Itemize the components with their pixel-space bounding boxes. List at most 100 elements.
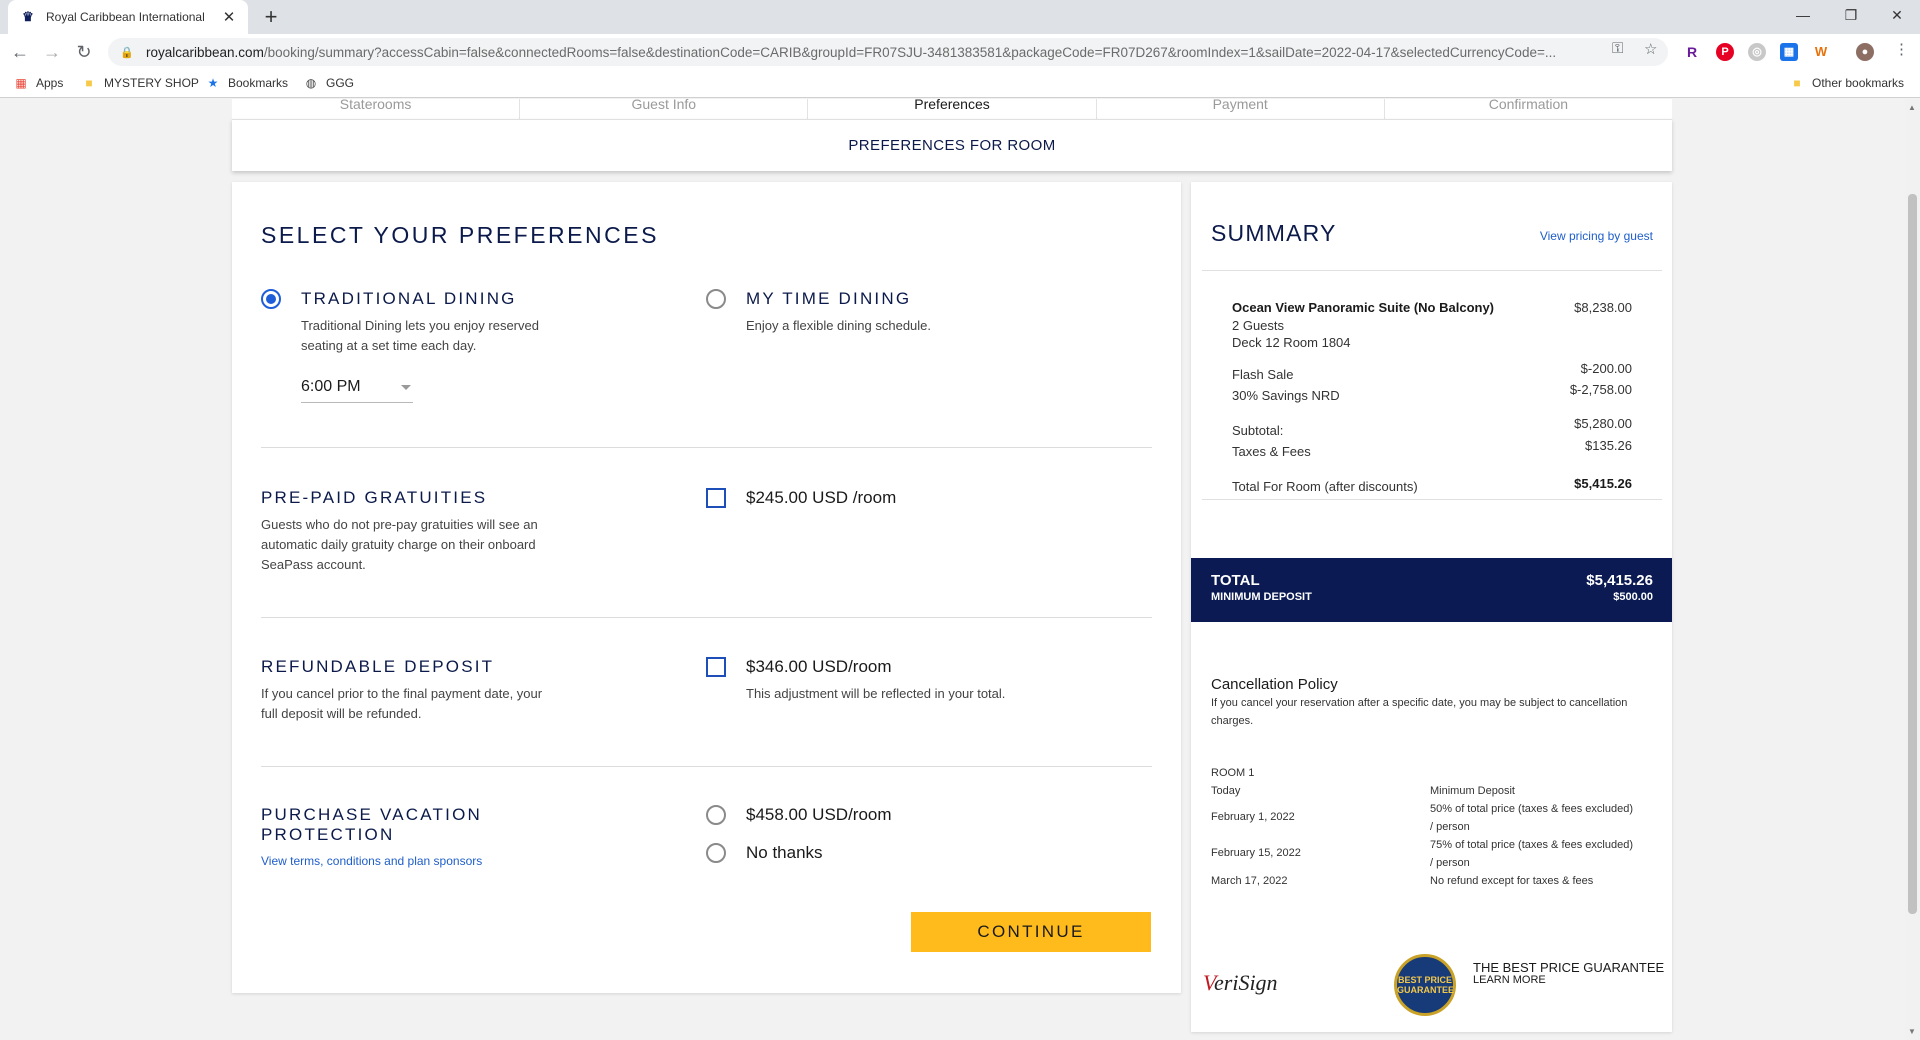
room-name-row: Ocean View Panoramic Suite (No Balcony) …: [1232, 300, 1632, 315]
pinterest-icon[interactable]: P: [1716, 43, 1734, 61]
booking-steps: Staterooms Guest Info Preferences Paymen…: [232, 99, 1672, 119]
browser-tab-strip: ♛ Royal Caribbean International ✕ + — ❐ …: [0, 0, 1920, 34]
deck-row: Deck 12 Room 1804: [1232, 335, 1351, 350]
minimize-icon[interactable]: —: [1780, 0, 1826, 30]
cancellation-policy-text: 75% of total price (taxes & fees exclude…: [1430, 839, 1633, 851]
gratuities-desc-2: automatic daily gratuity charge on their…: [261, 537, 536, 552]
refundable-deposit-checkbox[interactable]: [706, 657, 726, 677]
protection-terms-link[interactable]: View terms, conditions and plan sponsors: [261, 854, 482, 868]
apps-grid-icon: ▦: [15, 76, 27, 90]
folder-icon: ■: [85, 76, 93, 90]
bookmark-bookmarks[interactable]: ★ Bookmarks: [206, 76, 288, 90]
reload-icon[interactable]: ↻: [72, 40, 96, 64]
step-preferences[interactable]: Preferences: [808, 99, 1097, 119]
restore-icon[interactable]: ❐: [1828, 0, 1874, 30]
view-pricing-by-guest-link[interactable]: View pricing by guest: [1540, 229, 1653, 243]
page-scrollbar[interactable]: ▲ ▼: [1905, 99, 1920, 1040]
step-confirmation[interactable]: Confirmation: [1385, 99, 1672, 119]
star-bookmark-icon[interactable]: ☆: [1644, 40, 1657, 58]
traditional-dining-title: TRADITIONAL DINING: [301, 289, 517, 308]
tab-title: Royal Caribbean International: [46, 10, 205, 24]
star-icon: ★: [207, 76, 219, 90]
cancellation-policy-text: / person: [1430, 857, 1470, 869]
traditional-dining-desc-2: seating at a set time each day.: [301, 338, 477, 353]
protection-yes-radio[interactable]: [706, 805, 726, 825]
divider: [261, 447, 1152, 448]
extension-r-icon[interactable]: R: [1683, 43, 1701, 61]
profile-avatar-icon[interactable]: ●: [1856, 43, 1874, 61]
bookmark-mystery-shop[interactable]: ■ MYSTERY SHOP: [82, 76, 199, 90]
gratuities-price: $245.00 USD /room: [746, 488, 897, 507]
traditional-dining-desc-1: Traditional Dining lets you enjoy reserv…: [301, 318, 539, 333]
scrollbar-thumb[interactable]: [1908, 194, 1917, 914]
my-time-dining-radio[interactable]: [706, 289, 726, 309]
cancellation-date: March 17, 2022: [1211, 875, 1288, 887]
close-tab-icon[interactable]: ✕: [220, 8, 238, 26]
continue-button[interactable]: CONTINUE: [911, 912, 1151, 952]
gratuities-title: PRE-PAID GRATUITIES: [261, 488, 488, 507]
address-url[interactable]: royalcaribbean.com/booking/summary?acces…: [146, 45, 1616, 60]
flash-sale-value: $-200.00: [1580, 361, 1632, 376]
my-time-dining-title: MY TIME DINING: [746, 289, 912, 308]
cancellation-policy-text: / person: [1430, 821, 1470, 833]
bookmark-other[interactable]: ■ Other bookmarks: [1790, 76, 1904, 90]
cancellation-policy-text: Minimum Deposit: [1430, 785, 1515, 797]
summary-title: SUMMARY: [1211, 220, 1337, 246]
extension-calendar-icon[interactable]: ▦: [1780, 43, 1798, 61]
flash-sale-row: Flash Sale: [1232, 367, 1294, 382]
step-payment[interactable]: Payment: [1097, 99, 1385, 119]
protection-title-1: PURCHASE VACATION: [261, 805, 482, 824]
divider: [261, 617, 1152, 618]
extension-w-icon[interactable]: W: [1812, 43, 1830, 61]
total-bar: TOTAL MINIMUM DEPOSIT $5,415.26 $500.00: [1191, 558, 1672, 622]
refundable-deposit-title: REFUNDABLE DEPOSIT: [261, 657, 495, 676]
protection-price: $458.00 USD/room: [746, 805, 892, 824]
cancellation-date: February 1, 2022: [1211, 811, 1295, 823]
scroll-down-icon[interactable]: ▼: [1908, 1027, 1916, 1036]
total-value: $5,415.26: [1586, 572, 1653, 589]
room-price: $8,238.00: [1574, 300, 1632, 315]
new-tab-icon[interactable]: +: [258, 4, 284, 30]
gratuities-checkbox[interactable]: [706, 488, 726, 508]
cancellation-date: February 15, 2022: [1211, 847, 1301, 859]
browser-menu-icon[interactable]: ⋮: [1894, 40, 1909, 58]
learn-more-link[interactable]: LEARN MORE: [1473, 974, 1546, 986]
taxes-row: Taxes & Fees: [1232, 444, 1311, 459]
taxes-value: $135.26: [1585, 438, 1632, 453]
dining-time-select[interactable]: 6:00 PM: [301, 375, 413, 403]
cancellation-date: Today: [1211, 785, 1241, 797]
back-arrow-icon[interactable]: ←: [8, 40, 32, 64]
cancellation-policy-desc: If you cancel your reservation after a s…: [1211, 697, 1628, 727]
guests-row: 2 Guests: [1232, 318, 1285, 333]
key-icon[interactable]: ⚿: [1612, 40, 1623, 57]
bookmark-apps[interactable]: ▦ Apps: [14, 76, 63, 90]
forward-arrow-icon[interactable]: →: [40, 40, 64, 64]
bookmark-ggg[interactable]: ◍ GGG: [304, 76, 354, 90]
royal-caribbean-favicon-icon: ♛: [22, 9, 34, 24]
total-label: TOTAL: [1211, 572, 1260, 589]
gratuities-desc-1: Guests who do not pre-pay gratuities wil…: [261, 517, 538, 532]
minimum-deposit-value: $500.00: [1613, 591, 1653, 603]
browser-toolbar: ← → ↻ 🔒 royalcaribbean.com/booking/summa…: [0, 34, 1920, 70]
savings-value: $-2,758.00: [1569, 382, 1632, 397]
step-staterooms[interactable]: Staterooms: [232, 99, 521, 119]
step-guest-info[interactable]: Guest Info: [520, 99, 809, 119]
preferences-room-header: PREFERENCES FOR ROOM: [232, 119, 1672, 171]
folder-icon: ■: [1793, 76, 1801, 90]
cancellation-policy-text: 50% of total price (taxes & fees exclude…: [1430, 803, 1633, 815]
close-window-icon[interactable]: ✕: [1874, 0, 1920, 30]
preferences-heading: SELECT YOUR PREFERENCES: [261, 222, 659, 248]
protection-no-radio[interactable]: [706, 843, 726, 863]
address-bar[interactable]: 🔒 royalcaribbean.com/booking/summary?acc…: [108, 38, 1668, 66]
browser-tab[interactable]: ♛ Royal Caribbean International ✕: [8, 0, 248, 34]
scroll-up-icon[interactable]: ▲: [1908, 103, 1916, 112]
refundable-deposit-desc-2: full deposit will be refunded.: [261, 706, 422, 721]
chevron-down-icon: [401, 385, 411, 390]
summary-breakdown: Ocean View Panoramic Suite (No Balcony) …: [1202, 270, 1662, 500]
refundable-deposit-price: $346.00 USD/room: [746, 657, 892, 676]
extension-grey-icon[interactable]: ◎: [1748, 43, 1766, 61]
verisign-logo: VeriSign: [1203, 970, 1278, 995]
refundable-deposit-desc-1: If you cancel prior to the final payment…: [261, 686, 543, 701]
traditional-dining-radio[interactable]: [261, 289, 281, 309]
dining-time-value: 6:00 PM: [301, 378, 361, 395]
